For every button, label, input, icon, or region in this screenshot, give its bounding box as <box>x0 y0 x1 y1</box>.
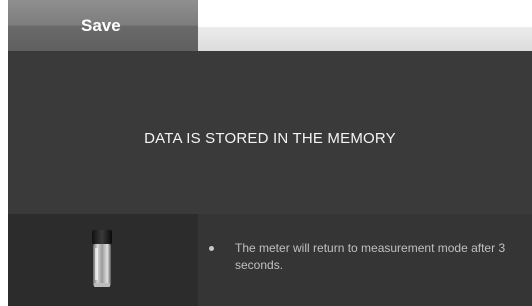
tab-save-label: Save <box>81 16 121 35</box>
top-bar: Save <box>0 0 532 51</box>
status-message: DATA IS STORED IN THE MEMORY <box>144 130 396 147</box>
info-note: The meter will return to measurement mod… <box>220 240 520 274</box>
message-panel: DATA IS STORED IN THE MEMORY <box>8 51 532 214</box>
tab-save[interactable]: Save <box>8 0 198 51</box>
bullet-icon <box>209 246 214 251</box>
info-note-text: The meter will return to measurement mod… <box>235 241 506 272</box>
tab-bar-background <box>198 27 532 51</box>
sample-vial-icon <box>92 230 112 287</box>
info-panel: The meter will return to measurement mod… <box>198 214 532 306</box>
icon-panel <box>8 214 198 306</box>
